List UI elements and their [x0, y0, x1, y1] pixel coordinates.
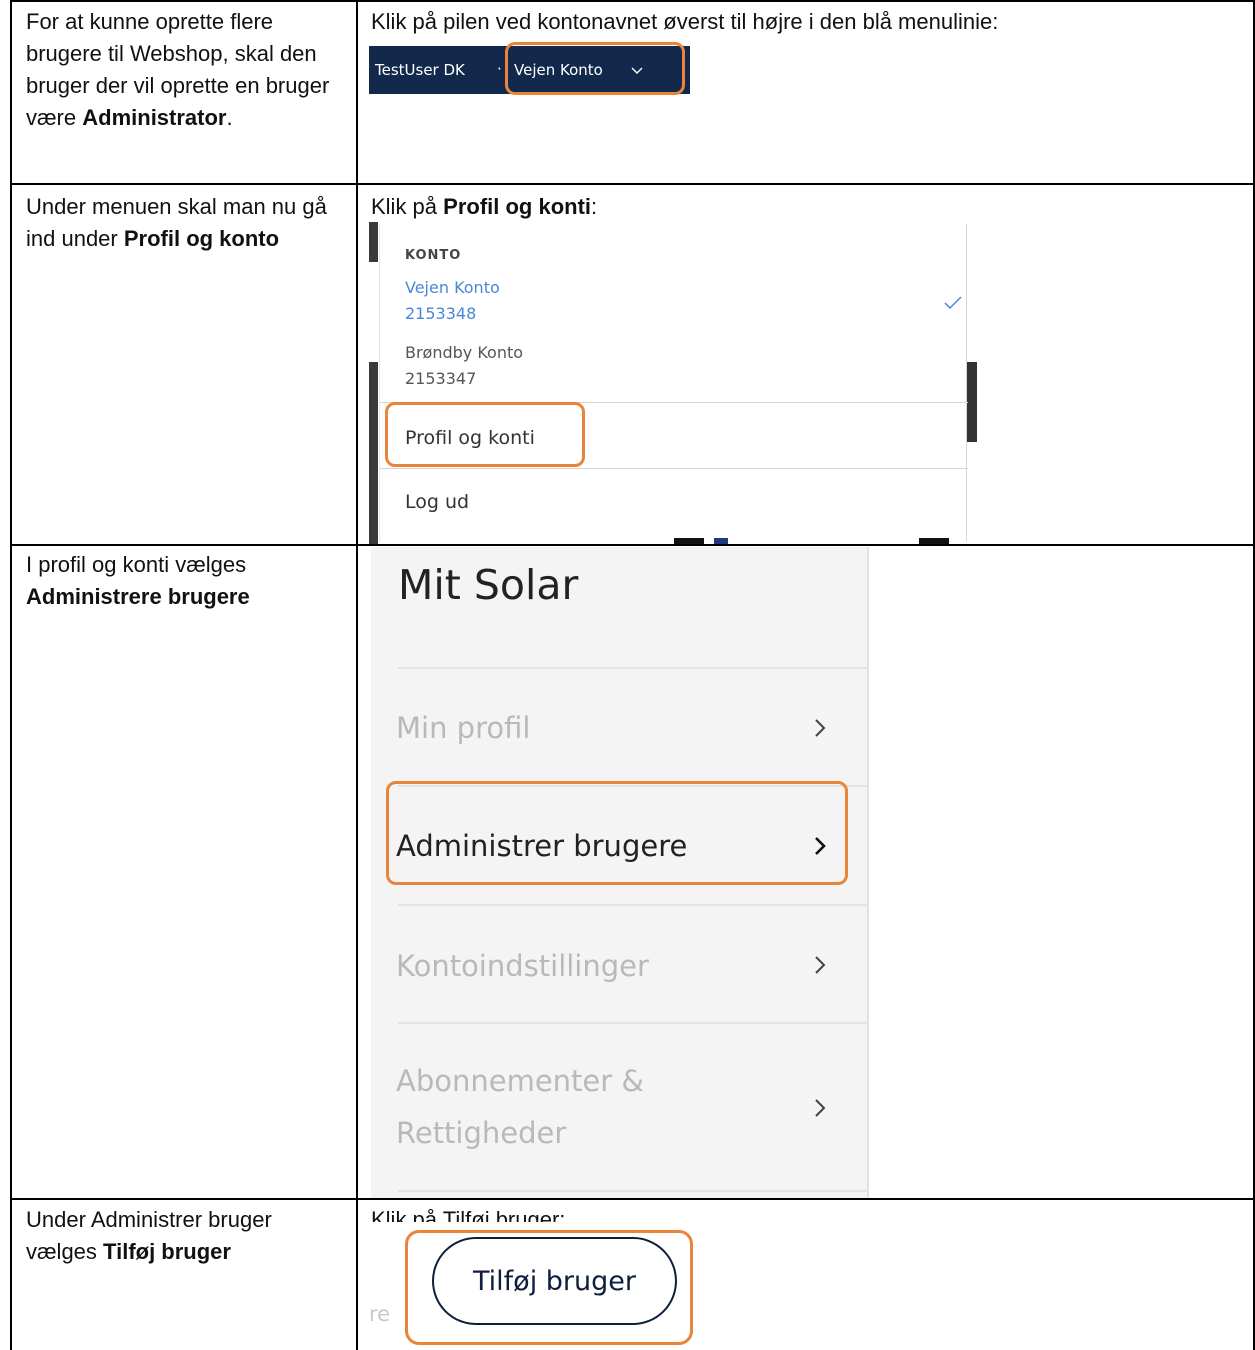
menu-item-abonnementer[interactable]: Abonnementer & Rettigheder: [396, 1059, 644, 1155]
row2-step-text: Klik på: [371, 194, 444, 219]
row2-step-suffix: :: [591, 194, 598, 219]
row2-step: Klik på Profil og konti:: [371, 191, 1241, 223]
highlight-add-user-button: [405, 1230, 693, 1345]
row-divider: [10, 544, 1255, 546]
row1-step: Klik på pilen ved kontonavnet øverst til…: [371, 9, 999, 34]
dropdown-divider: [380, 468, 968, 469]
checkmark-icon: [944, 296, 962, 310]
row-divider: [10, 1198, 1255, 1200]
account-option-name[interactable]: Vejen Konto: [405, 278, 500, 297]
page-background-right: [967, 222, 981, 544]
row-divider: [10, 183, 1255, 185]
row3-instruction-text: I profil og konti vælges: [26, 552, 247, 577]
row1-instruction-bold: Administrator: [82, 105, 227, 130]
menu-divider: [398, 904, 869, 906]
chevron-right-icon[interactable]: [813, 718, 827, 738]
row2-instruction-bold: Profil og konto: [123, 226, 280, 251]
table-border-left: [10, 0, 12, 1350]
highlight-account-dropdown: [505, 42, 685, 95]
account-dropdown-screenshot: KONTO Vejen Konto 2153348 Brøndby Konto …: [369, 222, 981, 544]
menu-divider: [398, 667, 869, 669]
page-background-left: [369, 222, 378, 544]
account-option-id[interactable]: 2153347: [405, 369, 476, 388]
account-option-id[interactable]: 2153348: [405, 304, 476, 323]
mit-solar-title: Mit Solar: [398, 561, 579, 609]
menu-divider: [398, 1190, 869, 1192]
menubar-separator: ·: [497, 60, 502, 78]
logout-link[interactable]: Log ud: [405, 491, 469, 513]
account-dropdown-menu: KONTO Vejen Konto 2153348 Brøndby Konto …: [379, 224, 968, 542]
row1-instruction-suffix: .: [226, 105, 233, 130]
menu-item-min-profil[interactable]: Min profil: [396, 706, 530, 750]
row4-instruction-bold: Tilføj bruger: [103, 1239, 231, 1264]
table-border-top: [10, 0, 1255, 2]
highlight-profile-link: [385, 402, 585, 467]
column-divider: [356, 0, 358, 1350]
row1-instruction: For at kunne oprette flere brugere til W…: [26, 6, 341, 134]
row3-instruction-bold: Administrere brugere: [26, 584, 250, 609]
account-option-name[interactable]: Brøndby Konto: [405, 343, 523, 362]
menu-item-kontoindstillinger[interactable]: Kontoindstillinger: [396, 944, 649, 988]
row2-instruction: Under menuen skal man nu gå ind under Pr…: [26, 191, 341, 255]
menu-item-abonnementer-line1: Abonnementer &: [396, 1064, 645, 1098]
faded-background-text: re: [369, 1302, 391, 1326]
menubar-username: TestUser DK: [375, 61, 465, 79]
chevron-right-icon[interactable]: [813, 1098, 827, 1118]
page-background-bottom: [674, 538, 974, 544]
row4-instruction: Under Administrer bruger vælges Tilføj b…: [26, 1204, 341, 1268]
row2-step-bold: Profil og konti: [443, 194, 592, 219]
menu-item-abonnementer-line2: Rettigheder: [396, 1116, 567, 1150]
dropdown-header: KONTO: [405, 248, 462, 263]
menu-divider: [398, 1022, 869, 1024]
chevron-right-icon[interactable]: [813, 955, 827, 975]
row3-instruction: I profil og konti vælges Administrere br…: [26, 549, 341, 613]
highlight-administrer-brugere: [386, 781, 848, 885]
